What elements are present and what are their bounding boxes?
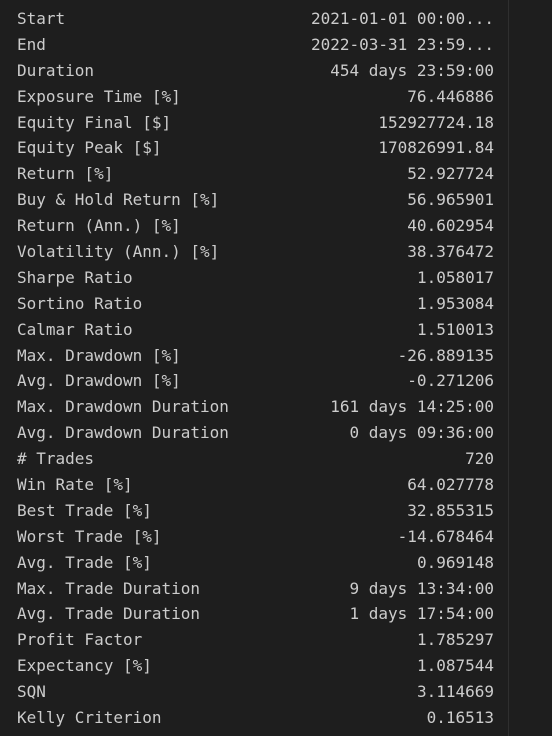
stat-label: Avg. Drawdown [%] <box>17 371 181 391</box>
stat-value: 170826991.84 <box>378 138 494 158</box>
stat-value: 1.058017 <box>416 267 494 287</box>
stat-value: 32.855315 <box>407 500 494 520</box>
stat-label: Equity Final [$] <box>17 112 172 132</box>
stat-row-equity-final: Equity Final [$] 152927724.18 <box>8 110 494 136</box>
stat-value: 2021-01-01 00:00... <box>310 9 494 28</box>
stat-label: Sortino Ratio <box>17 293 143 313</box>
stat-row-sortino-ratio: Sortino Ratio 1.953084 <box>8 291 494 317</box>
stat-label: Expectancy [%] <box>17 656 152 676</box>
stat-row-return-ann: Return (Ann.) [%] 40.602954 <box>8 213 494 239</box>
stat-row-worst-trade: Worst Trade [%] -14.678464 <box>8 524 494 550</box>
stat-value: 1 days 17:54:00 <box>349 604 495 624</box>
stat-value: 0.16513 <box>426 708 494 728</box>
stat-value: 0 days 09:36:00 <box>349 423 495 443</box>
stat-row-sqn: SQN 3.114669 <box>8 679 494 705</box>
stat-row-trades: # Trades 720 <box>8 446 494 472</box>
stat-value: 38.376472 <box>407 242 494 262</box>
stat-label: Volatility (Ann.) [%] <box>17 242 220 262</box>
stat-row-profit-factor: Profit Factor 1.785297 <box>8 627 494 653</box>
stat-label: Max. Drawdown Duration <box>17 397 229 417</box>
stat-value: 76.446886 <box>407 86 494 106</box>
stat-value: -14.678464 <box>397 526 494 546</box>
stat-label: Avg. Trade Duration <box>17 604 201 624</box>
stat-value: 40.602954 <box>407 216 494 236</box>
stat-row-duration: Duration 454 days 23:59:00 <box>8 58 494 84</box>
stat-row-avg-drawdown-duration: Avg. Drawdown Duration 0 days 09:36:00 <box>8 420 494 446</box>
stat-row-calmar-ratio: Calmar Ratio 1.510013 <box>8 317 494 343</box>
stat-row-end: End 2022-03-31 23:59... <box>8 32 494 58</box>
stat-value: 152927724.18 <box>378 112 494 132</box>
stat-value: -26.889135 <box>397 345 494 365</box>
stat-value: 64.027778 <box>407 475 494 495</box>
stat-label: Exposure Time [%] <box>17 86 181 106</box>
stat-label: Start <box>17 9 66 28</box>
stat-value: -0.271206 <box>407 371 494 391</box>
stat-label: Buy & Hold Return [%] <box>17 190 220 210</box>
stat-row-start: Start 2021-01-01 00:00... <box>8 6 494 32</box>
stat-value: 9 days 13:34:00 <box>349 578 495 598</box>
stat-row-avg-trade: Avg. Trade [%] 0.969148 <box>8 550 494 576</box>
backtest-stats-table: Start 2021-01-01 00:00... End 2022-03-31 2… <box>8 6 494 731</box>
stat-label: Duration <box>17 60 95 80</box>
stat-label: Return [%] <box>17 164 114 184</box>
stat-value: 1.785297 <box>416 630 494 650</box>
stat-label: Win Rate [%] <box>17 475 133 495</box>
stat-row-equity-peak: Equity Peak [$] 170826991.84 <box>8 135 494 161</box>
stat-row-sharpe-ratio: Sharpe Ratio 1.058017 <box>8 265 494 291</box>
stat-row-best-trade: Best Trade [%] 32.855315 <box>8 498 494 524</box>
stat-row-expectancy: Expectancy [%] 1.087544 <box>8 653 494 679</box>
stat-value: 0.969148 <box>416 552 494 572</box>
stat-label: Return (Ann.) [%] <box>17 216 181 236</box>
stat-row-return: Return [%] 52.927724 <box>8 161 494 187</box>
stat-value: 161 days 14:25:00 <box>330 397 494 417</box>
stat-row-max-drawdown: Max. Drawdown [%] -26.889135 <box>8 343 494 369</box>
stat-label: Avg. Drawdown Duration <box>17 423 229 443</box>
stat-row-max-drawdown-duration: Max. Drawdown Duration 161 days 14:25:00 <box>8 394 494 420</box>
stat-value: 56.965901 <box>407 190 494 210</box>
stat-row-avg-drawdown: Avg. Drawdown [%] -0.271206 <box>8 368 494 394</box>
stat-label: Worst Trade [%] <box>17 526 162 546</box>
stat-label: Max. Trade Duration <box>17 578 201 598</box>
stat-label: Equity Peak [$] <box>17 138 162 158</box>
stat-value: 720 <box>465 449 494 469</box>
stat-label: Max. Drawdown [%] <box>17 345 181 365</box>
stat-value: 3.114669 <box>416 682 494 702</box>
stat-value: 1.087544 <box>416 656 494 676</box>
stat-label: Profit Factor <box>17 630 143 650</box>
stat-label: Sharpe Ratio <box>17 267 133 287</box>
stat-label: Calmar Ratio <box>17 319 133 339</box>
stat-value: 454 days 23:59:00 <box>330 60 494 80</box>
stat-row-max-trade-duration: Max. Trade Duration 9 days 13:34:00 <box>8 576 494 602</box>
stat-row-win-rate: Win Rate [%] 64.027778 <box>8 472 494 498</box>
stat-label: Best Trade [%] <box>17 500 152 520</box>
stat-value: 1.953084 <box>416 293 494 313</box>
stat-label: End <box>17 34 46 54</box>
stat-row-volatility-ann: Volatility (Ann.) [%] 38.376472 <box>8 239 494 265</box>
stat-row-buy-hold-return: Buy & Hold Return [%] 56.965901 <box>8 187 494 213</box>
stat-row-avg-trade-duration: Avg. Trade Duration 1 days 17:54:00 <box>8 601 494 627</box>
stat-label: SQN <box>17 682 46 702</box>
scrollbar-track[interactable] <box>508 0 552 736</box>
stat-label: Avg. Trade [%] <box>17 552 152 572</box>
stat-row-exposure-time: Exposure Time [%] 76.446886 <box>8 84 494 110</box>
stat-value: 52.927724 <box>407 164 494 184</box>
output-panel: Start 2021-01-01 00:00... End 2022-03-31 2… <box>0 0 552 736</box>
stat-value: 2022-03-31 23:59... <box>310 34 494 54</box>
stat-row-kelly-criterion: Kelly Criterion 0.16513 <box>8 705 494 731</box>
stat-label: Kelly Criterion <box>17 708 162 728</box>
stat-label: # Trades <box>17 449 95 469</box>
stat-value: 1.510013 <box>416 319 494 339</box>
